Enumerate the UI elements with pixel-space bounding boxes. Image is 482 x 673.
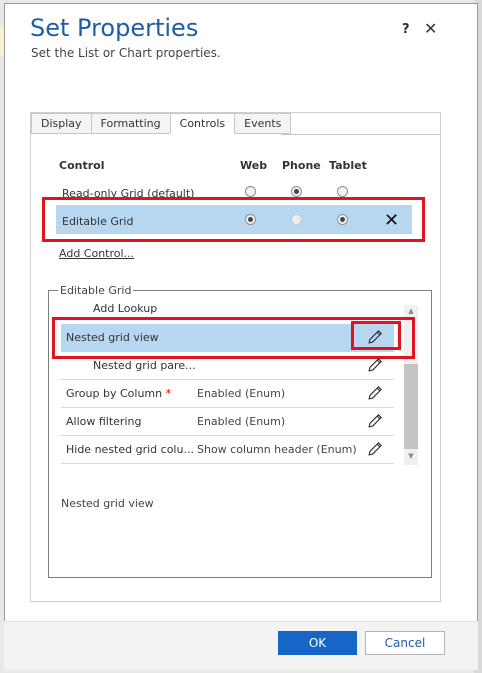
edit-pencil-icon[interactable] (367, 441, 383, 457)
column-header-control: Control (59, 159, 105, 172)
highlight-editable-grid-row (42, 197, 425, 242)
column-header-phone: Phone (282, 159, 321, 172)
column-header-tablet: Tablet (329, 159, 367, 172)
dialog-title: Set Properties (30, 14, 199, 42)
scrollbar-thumb[interactable] (404, 364, 418, 449)
property-value: Enabled (Enum) (197, 387, 286, 400)
scroll-up-icon[interactable]: ▲ (404, 305, 418, 317)
add-control-link[interactable]: Add Control... (59, 247, 134, 260)
property-row-allow-filtering[interactable]: Allow filtering Enabled (Enum) (61, 408, 394, 436)
property-name: Group by Column * (66, 387, 172, 400)
cancel-button[interactable]: Cancel (365, 631, 445, 655)
highlight-edit-icon (351, 321, 401, 350)
tab-underline (281, 134, 440, 135)
tab-display[interactable]: Display (31, 113, 92, 134)
tab-events[interactable]: Events (234, 113, 292, 134)
column-header-web: Web (240, 159, 268, 172)
required-indicator: * (165, 387, 172, 400)
dialog-subtitle: Set the List or Chart properties. (31, 46, 221, 60)
tab-formatting[interactable]: Formatting (90, 113, 171, 134)
property-row-group-by-column[interactable]: Group by Column * Enabled (Enum) (61, 380, 394, 408)
ok-button[interactable]: OK (278, 631, 357, 655)
tablet-radio[interactable] (337, 186, 348, 197)
property-value: Enabled (Enum) (197, 415, 286, 428)
property-name: Hide nested grid colu... (66, 443, 194, 456)
edit-pencil-icon[interactable] (367, 385, 383, 401)
property-row-hide-nested-grid-column[interactable]: Hide nested grid colu... Show column hea… (61, 436, 394, 464)
property-name: Allow filtering (66, 415, 142, 428)
tab-strip: Display Formatting Controls Events (31, 113, 292, 135)
property-name: Nested grid pare... (93, 359, 196, 372)
property-description: Nested grid view (61, 497, 154, 510)
property-value: Show column header (Enum) (197, 443, 357, 456)
property-row-nested-grid-parent[interactable]: Nested grid pare... (61, 352, 394, 380)
tab-controls[interactable]: Controls (169, 113, 236, 134)
phone-radio[interactable] (291, 186, 302, 197)
close-icon[interactable]: ✕ (424, 19, 437, 38)
property-name: Add Lookup (93, 302, 158, 315)
scroll-down-icon[interactable]: ▼ (404, 450, 418, 462)
edit-pencil-icon[interactable] (367, 357, 383, 373)
edit-pencil-icon[interactable] (367, 413, 383, 429)
web-radio[interactable] (245, 186, 256, 197)
help-icon[interactable]: ? (402, 22, 410, 37)
